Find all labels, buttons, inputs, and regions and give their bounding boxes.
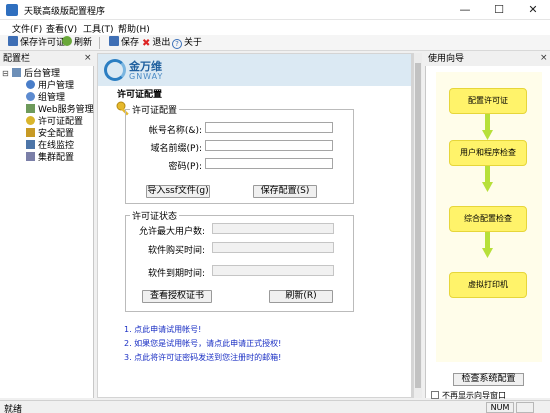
refresh-icon <box>62 36 72 46</box>
status-text: 就绪 <box>4 405 23 413</box>
group-icon <box>26 92 35 101</box>
menu-file[interactable]: 文件(F) <box>12 22 42 35</box>
wizard-panel-close-icon[interactable]: × <box>540 53 548 63</box>
expire-time-label: 软件到期时间: <box>147 269 205 279</box>
license-status-legend: 许可证状态 <box>132 212 178 222</box>
close-button[interactable]: ✕ <box>516 0 550 20</box>
refresh-button[interactable]: 刷新 <box>62 36 92 50</box>
license-config-legend: 许可证配置 <box>132 106 178 116</box>
wizard-panel: 配置许可证 用户和程序检查 综合配置检查 虚拟打印机 检查系统配置 不再显示向导… <box>425 66 550 400</box>
import-ssf-button[interactable]: 导入ssf文件(g) <box>146 185 210 198</box>
lock-icon <box>26 128 35 137</box>
brand-name-en: GNWAY <box>129 72 164 81</box>
help-icon: ? <box>172 39 182 49</box>
computer-icon <box>12 68 21 77</box>
num-indicator: NUM <box>486 402 514 413</box>
wizard-flow: 配置许可证 用户和程序检查 综合配置检查 虚拟打印机 <box>436 72 542 362</box>
toolbar: 保存许可证 刷新 保存 ✖ 退出 ? 关于 <box>0 35 550 51</box>
user-icon <box>26 80 35 89</box>
disk-icon <box>109 36 119 46</box>
tree-root[interactable]: 后台管理 <box>12 68 60 79</box>
expire-time-field <box>212 265 334 276</box>
wizard-panel-title: 使用向导 <box>428 54 465 64</box>
max-users-field <box>212 223 334 234</box>
tree-item-online-monitor[interactable]: 在线监控 <box>26 140 74 151</box>
send-password-link[interactable]: 3. 点此将许可证密码发送到您注册时的邮箱! <box>124 352 281 363</box>
view-cert-button[interactable]: 查看授权证书 <box>142 290 212 303</box>
page-title: 许可证配置 <box>117 90 163 100</box>
disk-icon <box>8 36 18 46</box>
check-system-button[interactable]: 检查系统配置 <box>453 373 524 386</box>
arrow-down-icon <box>482 166 493 192</box>
config-panel: ⊟ 后台管理 用户管理 组管理 Web服务管理 许可证配置 安全配置 在线监控 … <box>0 66 94 398</box>
status-bar: 就绪 NUM <box>0 400 550 413</box>
title-bar: 天联高级版配置程序 — ☐ ✕ <box>0 0 550 20</box>
account-label: 帐号名称(&): <box>148 126 202 136</box>
exit-button[interactable]: ✖ 退出 <box>142 36 170 50</box>
toolbar-separator <box>99 37 100 49</box>
wizard-step-license[interactable]: 配置许可证 <box>449 88 527 114</box>
monitor-icon <box>26 140 35 149</box>
menu-help[interactable]: 帮助(H) <box>118 22 150 35</box>
tree-item-license-config[interactable]: 许可证配置 <box>26 116 83 127</box>
password-field[interactable] <box>205 158 333 169</box>
maximize-button[interactable]: ☐ <box>482 0 516 20</box>
vertical-scrollbar[interactable] <box>413 53 422 398</box>
domain-label: 域名前缀(P): <box>150 144 202 154</box>
tree-item-web-service[interactable]: Web服务管理 <box>26 104 94 115</box>
apply-trial-link[interactable]: 1. 点此申请试用帐号! <box>124 324 201 335</box>
checkbox-box[interactable] <box>431 391 439 399</box>
menu-tools[interactable]: 工具(T) <box>83 22 114 35</box>
tree-item-group-management[interactable]: 组管理 <box>26 92 65 103</box>
save-license-button[interactable]: 保存许可证 <box>8 36 65 50</box>
menu-bar: 文件(F) 查看(V) 工具(T) 帮助(H) <box>0 20 550 35</box>
config-panel-title: 配置栏 <box>3 54 31 64</box>
logo-icon <box>104 59 126 81</box>
apply-formal-link[interactable]: 2. 如果您是试用帐号，请点此申请正式授权! <box>124 338 281 349</box>
arrow-down-icon <box>482 232 493 258</box>
purchase-time-field <box>212 242 334 253</box>
purchase-time-label: 软件购买时间: <box>147 246 205 256</box>
status-cell-empty <box>516 402 534 413</box>
wizard-step-virtual-printer[interactable]: 虚拟打印机 <box>449 272 527 298</box>
config-panel-close-icon[interactable]: × <box>84 53 92 63</box>
tree-item-security-config[interactable]: 安全配置 <box>26 128 74 139</box>
refresh-status-button[interactable]: 刷新(R) <box>269 290 333 303</box>
window-title: 天联高级版配置程序 <box>24 7 106 17</box>
tree-item-cluster-config[interactable]: 集群配置 <box>26 152 74 163</box>
menu-view[interactable]: 查看(V) <box>46 22 77 35</box>
arrow-down-icon <box>482 114 493 140</box>
password-label: 密码(P): <box>168 162 202 172</box>
web-icon <box>26 104 35 113</box>
save-button[interactable]: 保存 <box>109 36 139 50</box>
max-users-label: 允许最大用户数: <box>138 227 205 237</box>
cluster-icon <box>26 152 35 161</box>
app-icon <box>6 4 18 16</box>
brand-banner: 金万维 GNWAY <box>98 54 411 86</box>
about-button[interactable]: ? 关于 <box>172 36 202 50</box>
scroll-thumb[interactable] <box>415 63 421 388</box>
wizard-step-user-check[interactable]: 用户和程序检查 <box>449 140 527 166</box>
tree-item-user-management[interactable]: 用户管理 <box>26 80 74 91</box>
account-field[interactable] <box>205 122 333 133</box>
domain-field[interactable] <box>205 140 333 151</box>
close-icon: ✖ <box>142 38 151 49</box>
tree-collapse-icon[interactable]: ⊟ <box>2 69 9 78</box>
license-config-page: 金万维 GNWAY 许可证配置 许可证配置 帐号名称(&): 域名前缀(P): … <box>98 54 411 397</box>
wizard-step-overall-check[interactable]: 综合配置检查 <box>449 206 527 232</box>
minimize-button[interactable]: — <box>448 0 482 20</box>
save-config-button[interactable]: 保存配置(S) <box>253 185 317 198</box>
key-icon <box>26 116 35 125</box>
